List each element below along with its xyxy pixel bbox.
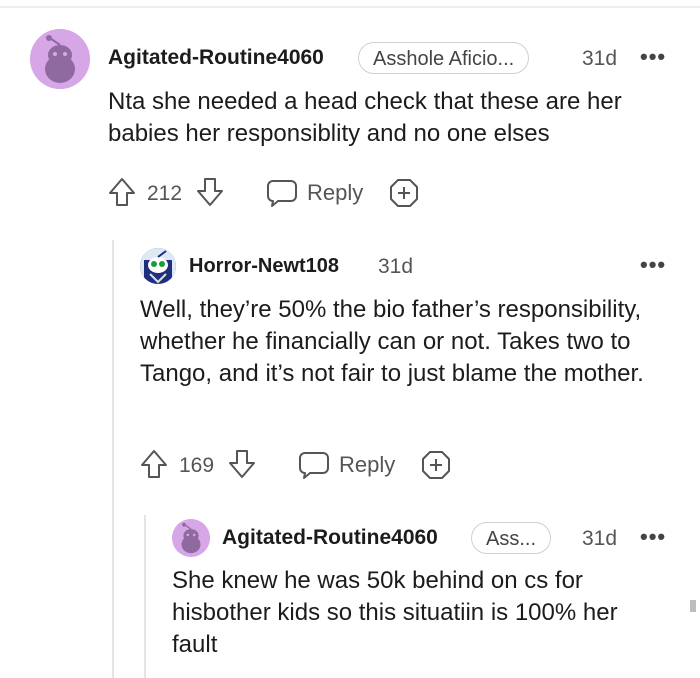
reply-button[interactable]: Reply bbox=[298, 447, 408, 483]
arrow-down-icon[interactable] bbox=[196, 177, 224, 207]
scrollbar-thumb[interactable] bbox=[690, 600, 696, 612]
arrow-up-icon[interactable] bbox=[108, 177, 136, 207]
comment-age: 31d bbox=[582, 527, 618, 550]
arrow-down-icon[interactable] bbox=[228, 449, 256, 479]
avatar[interactable] bbox=[30, 29, 90, 89]
comment-age: 31d bbox=[378, 255, 414, 278]
reply-button[interactable]: Reply bbox=[266, 175, 376, 211]
thread-line[interactable] bbox=[144, 515, 146, 678]
comment-actions: 169 Reply bbox=[140, 447, 470, 483]
reply-label: Reply bbox=[307, 180, 364, 205]
comment-body: Nta she needed a head check that these a… bbox=[108, 88, 622, 147]
user-flair: Ass... bbox=[471, 522, 552, 554]
avatar[interactable] bbox=[140, 248, 176, 284]
award-plus-icon[interactable] bbox=[420, 449, 452, 481]
speech-bubble-icon bbox=[299, 452, 329, 479]
more-options-button[interactable]: ••• bbox=[640, 44, 666, 70]
username[interactable]: Horror-Newt108 bbox=[189, 255, 339, 278]
award-plus-icon[interactable] bbox=[388, 177, 420, 209]
snoo-avatar-icon bbox=[30, 29, 90, 89]
more-options-button[interactable]: ••• bbox=[640, 252, 666, 278]
comment-age: 31d bbox=[582, 47, 618, 70]
arrow-up-icon[interactable] bbox=[140, 449, 168, 479]
vote-count: 169 bbox=[179, 454, 215, 477]
snoo-avatar-icon bbox=[140, 248, 176, 284]
comment-actions: 212 Reply bbox=[108, 175, 438, 211]
username[interactable]: Agitated-Routine4060 bbox=[108, 46, 324, 70]
vote-count: 212 bbox=[147, 182, 183, 205]
thread-line[interactable] bbox=[112, 240, 114, 678]
reply-label: Reply bbox=[339, 452, 396, 477]
snoo-avatar-icon bbox=[172, 519, 210, 557]
top-divider bbox=[0, 6, 700, 8]
user-flair: Asshole Aficio... bbox=[358, 42, 530, 74]
comment-body: Well, they’re 50% the bio father’s respo… bbox=[140, 296, 644, 387]
speech-bubble-icon bbox=[267, 180, 297, 207]
username[interactable]: Agitated-Routine4060 bbox=[222, 526, 438, 550]
avatar[interactable] bbox=[172, 519, 210, 557]
comment-body: She knew he was 50k behind on cs for his… bbox=[172, 567, 618, 658]
more-options-button[interactable]: ••• bbox=[640, 524, 666, 550]
